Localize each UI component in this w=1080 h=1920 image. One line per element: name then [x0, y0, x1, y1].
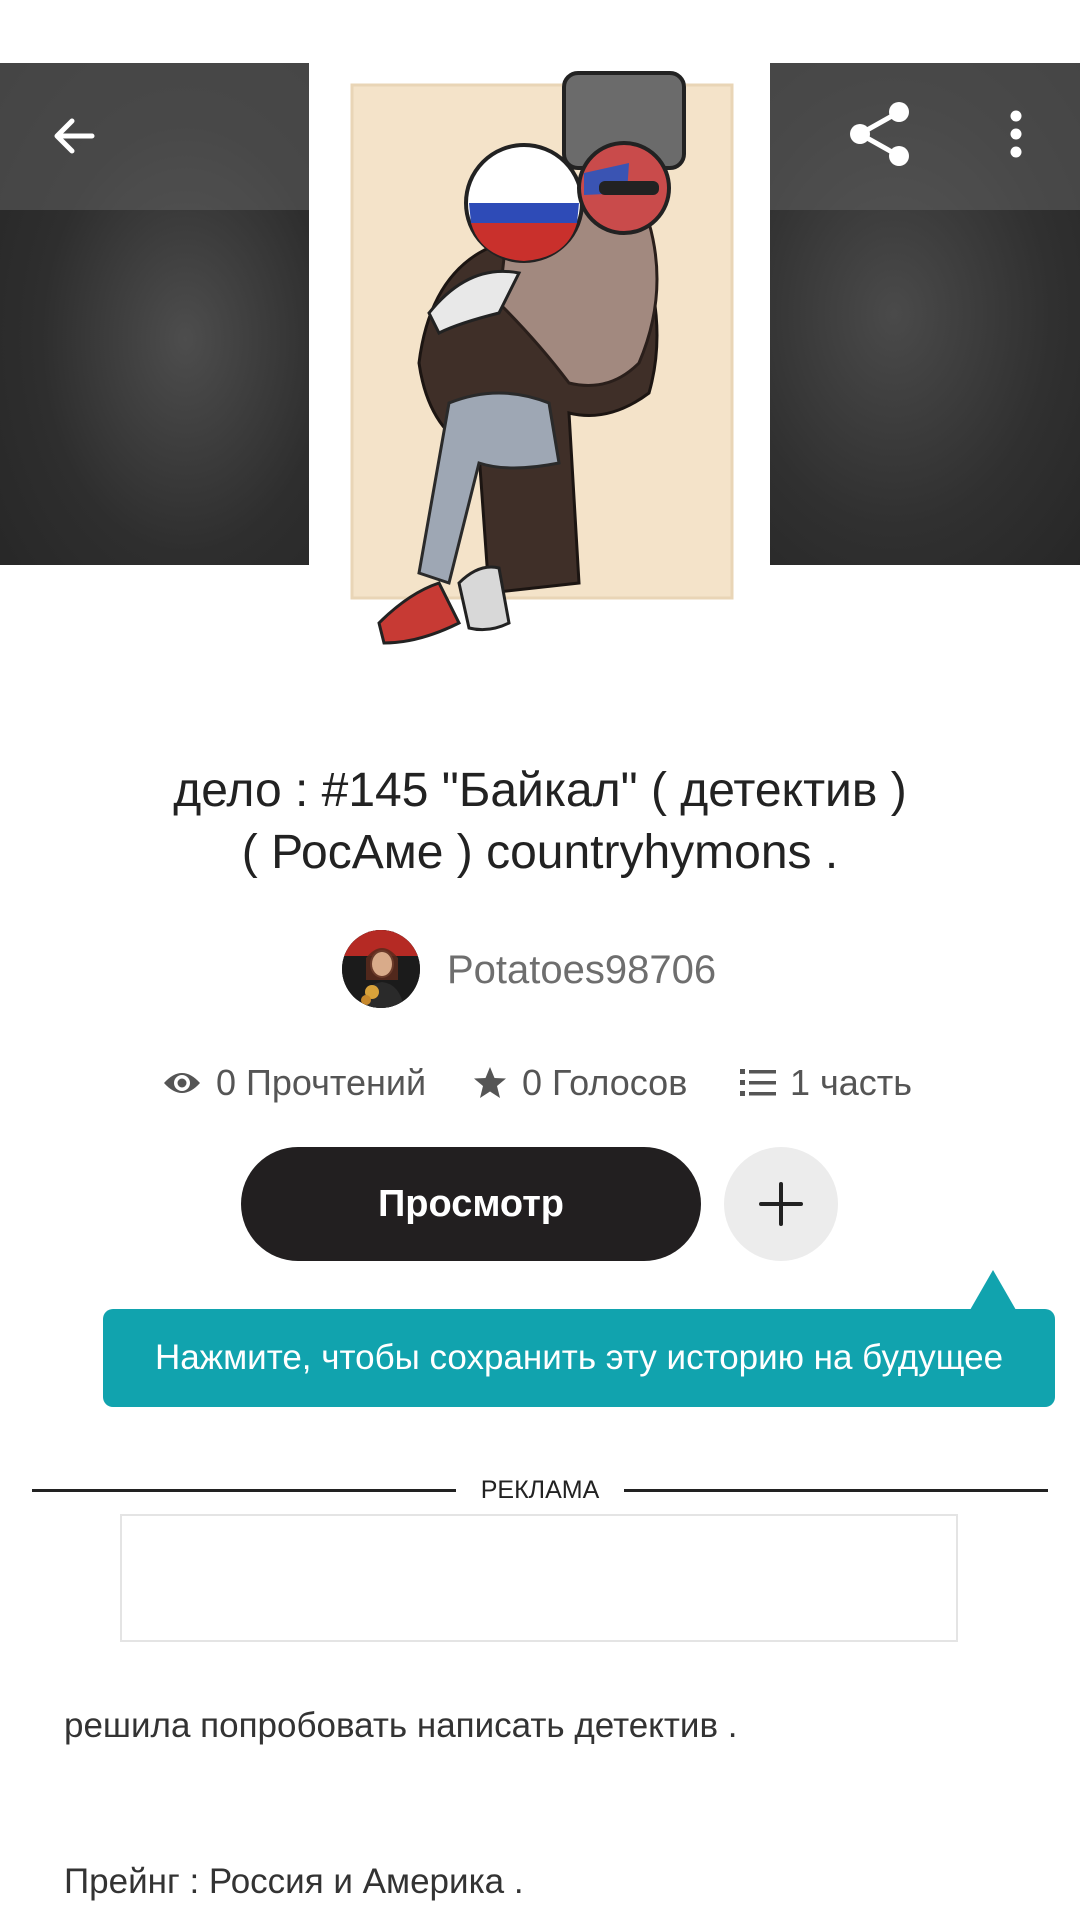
ad-label: РЕКЛАМА [480, 1476, 600, 1504]
ad-divider: РЕКЛАМА [32, 1476, 1048, 1504]
description-line: Прейнг : Россия и Америка . [64, 1862, 524, 1901]
share-icon [850, 102, 909, 166]
author-name[interactable]: Potatoes98706 [447, 948, 716, 993]
ad-banner[interactable] [120, 1514, 958, 1642]
plus-icon [759, 1182, 803, 1226]
author-link[interactable]: Potatoes98706 [0, 928, 1080, 1010]
divider-line [624, 1489, 1048, 1492]
save-story-tooltip[interactable]: Нажмите, чтобы сохранить эту историю на … [103, 1309, 1055, 1407]
votes-count: 0 Голосов [522, 1062, 688, 1103]
read-button[interactable]: Просмотр [241, 1147, 701, 1261]
status-bar [0, 0, 1080, 63]
description-line: решила попробовать написать детектив . [64, 1706, 738, 1745]
divider-line [32, 1489, 456, 1492]
share-button[interactable] [832, 86, 928, 182]
votes-stat: 0 Голосов [472, 1058, 687, 1108]
back-button[interactable] [26, 88, 122, 184]
more-options-button[interactable] [968, 86, 1064, 182]
parts-stat: 1 часть [740, 1058, 912, 1108]
star-icon [474, 1067, 506, 1098]
add-to-library-button[interactable] [724, 1147, 838, 1261]
reads-count: 0 Прочтений [216, 1062, 427, 1103]
tooltip-arrow [970, 1270, 1016, 1310]
story-title: дело : #145 "Байкал" ( детектив ) ( РосА… [60, 760, 1020, 884]
author-avatar[interactable] [342, 930, 420, 1008]
story-title-line-1: дело : #145 "Байкал" ( детектив ) [173, 764, 907, 817]
more-vertical-icon [1010, 110, 1022, 158]
arrow-left-icon [54, 118, 95, 154]
tooltip-text: Нажмите, чтобы сохранить эту историю на … [154, 1338, 1004, 1377]
story-cover-image [309, 63, 770, 705]
parts-count: 1 часть [790, 1062, 913, 1103]
eye-icon [164, 1073, 200, 1093]
story-title-line-2: ( РосАме ) countryhymons . [241, 826, 839, 879]
reads-stat: 0 Прочтений [162, 1058, 426, 1108]
list-icon [740, 1069, 776, 1096]
story-stats: 0 Прочтений 0 Голосов 1 часть [0, 1058, 1080, 1108]
